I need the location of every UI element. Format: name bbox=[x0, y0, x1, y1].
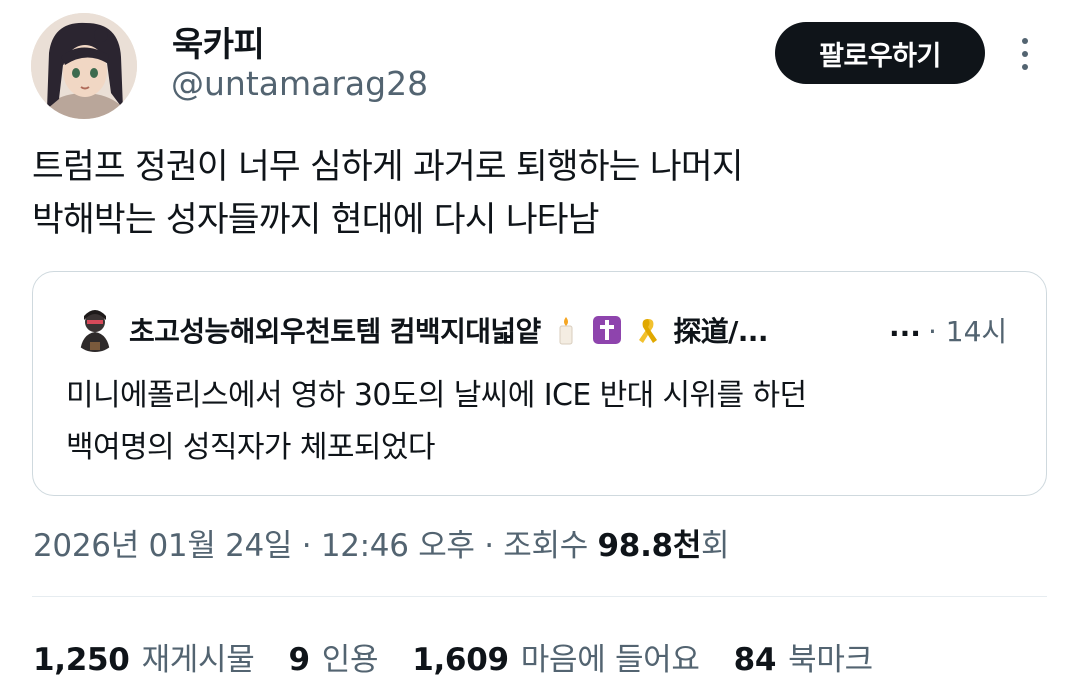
tweet-line: 박해박는 성자들까지 현대에 다시 나타남 bbox=[32, 200, 599, 240]
latin-cross-icon bbox=[592, 315, 622, 345]
stat-quotes[interactable]: 9 인용 bbox=[288, 634, 378, 679]
quote-author-name-suffix: 探道/... bbox=[673, 315, 768, 348]
follow-button[interactable]: 팔로우하기 bbox=[775, 22, 985, 84]
stat-label: 북마크 bbox=[788, 642, 873, 678]
author-display-name[interactable]: 욱카피 bbox=[172, 17, 265, 66]
view-count-suffix: 회 bbox=[701, 528, 730, 564]
yellow-ribbon-icon bbox=[633, 315, 663, 345]
author-avatar[interactable] bbox=[31, 13, 137, 119]
stat-reposts[interactable]: 1,250 재게시물 bbox=[33, 634, 255, 679]
stat-label: 마음에 들어요 bbox=[520, 642, 700, 678]
stat-value: 1,250 bbox=[33, 642, 130, 678]
tweet-meta: 2026년 01월 24일 · 12:46 오후 · 조회수 98.8천회 bbox=[33, 520, 730, 565]
quote-line: 백여명의 성직자가 체포되었다 bbox=[66, 430, 435, 465]
quote-author-avatar[interactable] bbox=[70, 302, 120, 352]
quote-author-name[interactable]: 초고성능해외우천토템 컴백지대넓얕 探道/... bbox=[129, 310, 768, 350]
engagement-stats: 1,250 재게시물 9 인용 1,609 마음에 들어요 84 북마크 bbox=[33, 634, 907, 679]
stat-value: 84 bbox=[733, 642, 777, 678]
stat-value: 9 bbox=[288, 642, 310, 678]
quote-handle-ellipsis: ... bbox=[889, 310, 921, 343]
dark-figure-avatar-icon bbox=[70, 302, 120, 352]
tweet-line: 트럼프 정권이 너무 심하게 과거로 퇴행하는 나머지 bbox=[32, 147, 744, 187]
tweet-datetime[interactable]: 2026년 01월 24일 · 12:46 오후 · 조회수 bbox=[33, 528, 598, 564]
quote-tweet-card[interactable]: 초고성능해외우천토템 컴백지대넓얕 探道/... ... · 14시 미니에폴리… bbox=[32, 271, 1047, 496]
stat-label: 재게시물 bbox=[141, 642, 255, 678]
tweet-text: 트럼프 정권이 너무 심하게 과거로 퇴행하는 나머지 박해박는 성자들까지 현… bbox=[32, 141, 1042, 247]
stat-likes[interactable]: 1,609 마음에 들어요 bbox=[412, 634, 700, 679]
more-vertical-icon[interactable] bbox=[1015, 36, 1035, 72]
quote-author-name-text: 초고성능해외우천토템 컴백지대넓얕 bbox=[129, 315, 541, 348]
view-count: 98.8천 bbox=[597, 528, 702, 564]
quote-line: 미니에폴리스에서 영하 30도의 날씨에 ICE 반대 시위를 하던 bbox=[66, 378, 807, 413]
quote-timestamp[interactable]: · 14시 bbox=[928, 310, 1007, 350]
divider bbox=[32, 596, 1047, 597]
anime-avatar-icon bbox=[31, 13, 137, 119]
author-handle[interactable]: @untamarag28 bbox=[171, 64, 428, 103]
candle-icon bbox=[551, 315, 581, 345]
quote-text: 미니에폴리스에서 영하 30도의 날씨에 ICE 반대 시위를 하던 백여명의 … bbox=[66, 370, 807, 474]
stat-bookmarks[interactable]: 84 북마크 bbox=[733, 634, 874, 679]
stat-value: 1,609 bbox=[412, 642, 509, 678]
stat-label: 인용 bbox=[321, 642, 379, 678]
